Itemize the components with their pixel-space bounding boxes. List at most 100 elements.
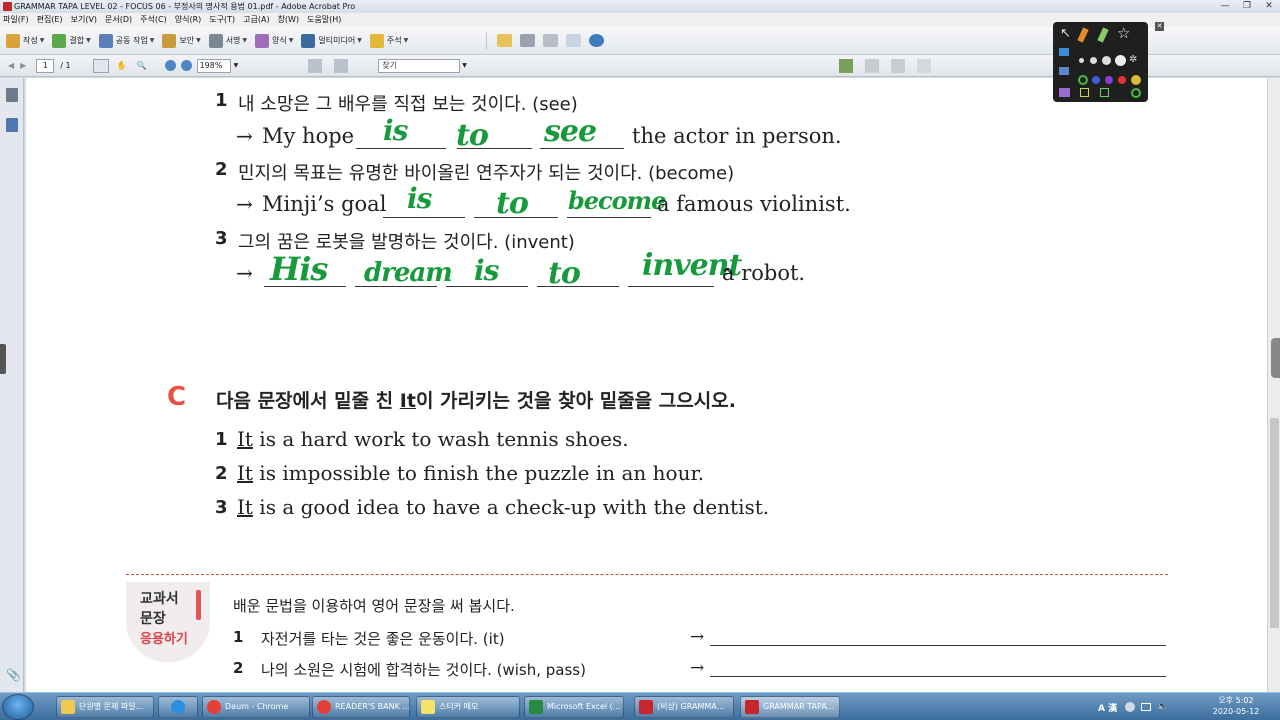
open-icon[interactable]: [497, 34, 513, 47]
marker-tool-icon[interactable]: [1077, 27, 1089, 43]
prev-page-icon[interactable]: ◀: [8, 61, 14, 70]
capture-icon[interactable]: [1059, 67, 1069, 75]
comment-tool-icon[interactable]: [838, 58, 853, 73]
menu-comments[interactable]: 주석(C): [140, 13, 167, 27]
task-explorer[interactable]: 단원별 문제 파일...: [56, 696, 154, 718]
task-sticky-notes[interactable]: 스티커 메모: [416, 696, 520, 718]
b1-answer-3: see: [544, 114, 597, 149]
zoom-dropdown-icon[interactable]: ▼: [234, 62, 239, 69]
create-button[interactable]: 작성 ▼: [6, 33, 44, 48]
attach-tool-icon[interactable]: [916, 58, 931, 73]
task-chrome-readers[interactable]: READER'S BANK ...: [312, 696, 410, 718]
zoom-out-icon[interactable]: [164, 60, 176, 71]
menu-file[interactable]: 파일(F): [3, 13, 29, 27]
pdf-icon: [639, 700, 653, 714]
zoom-tool-icon[interactable]: 🔍: [137, 61, 147, 70]
tb1-answer-line[interactable]: [710, 645, 1166, 646]
email-icon[interactable]: [566, 34, 582, 47]
size-2-icon[interactable]: [1090, 57, 1097, 64]
maximize-button[interactable]: ❐: [1236, 0, 1258, 12]
pages-icon[interactable]: [6, 88, 18, 102]
fit-page-icon[interactable]: [308, 58, 323, 73]
split-view-icon[interactable]: [1080, 88, 1089, 97]
attachment-icon[interactable]: 📎: [6, 668, 21, 682]
size-1-icon[interactable]: [1079, 58, 1084, 63]
menu-document[interactable]: 문서(D): [105, 13, 132, 27]
save-icon[interactable]: [543, 34, 559, 47]
b3-number: 3: [215, 228, 228, 249]
brush-tool-icon[interactable]: [1097, 27, 1109, 43]
menu-tools[interactable]: 도구(T): [209, 13, 235, 27]
find-input[interactable]: 찾기: [378, 58, 461, 73]
size-4-icon[interactable]: [1115, 55, 1126, 66]
color-green-icon[interactable]: [1078, 75, 1088, 85]
bookmarks-icon[interactable]: [6, 118, 18, 132]
tb2-answer-line[interactable]: [710, 676, 1166, 677]
highlight-tool-icon[interactable]: [864, 58, 879, 73]
start-button[interactable]: [2, 694, 34, 720]
pointer-tool-icon[interactable]: ↖: [1060, 26, 1071, 41]
size-3-icon[interactable]: [1102, 56, 1111, 65]
vertical-scrollbar[interactable]: [1267, 78, 1280, 692]
comment-button[interactable]: 주석 ▼: [369, 33, 408, 48]
b3-answer-3: is: [474, 254, 499, 287]
task-acrobat-1[interactable]: (비상) GRAMMA...: [634, 696, 734, 718]
pen-palette-close-icon[interactable]: ✕: [1155, 22, 1164, 31]
menu-edit[interactable]: 편집(E): [37, 13, 63, 27]
zoom-in-icon[interactable]: [180, 60, 192, 71]
task-acrobat-2[interactable]: GRAMMAR TAPA...: [740, 696, 840, 718]
menu-window[interactable]: 창(W): [278, 13, 300, 27]
clock[interactable]: 오후 5:02 2020-05-12: [1206, 695, 1266, 717]
network-icon[interactable]: [1141, 703, 1152, 711]
combine-button[interactable]: 결합 ▼: [52, 33, 91, 48]
c3-it: It: [237, 495, 253, 519]
sign-button[interactable]: 서명 ▼: [208, 33, 247, 48]
scrollbar-thumb[interactable]: [1270, 418, 1279, 628]
task-ie[interactable]: [158, 696, 198, 718]
color-red-icon[interactable]: [1118, 76, 1126, 84]
c2-rest: is impossible to finish the puzzle in an…: [252, 461, 705, 485]
next-page-icon[interactable]: ▶: [20, 61, 26, 70]
eraser-tool-icon[interactable]: [1059, 48, 1069, 56]
secure-button[interactable]: 보안 ▼: [162, 33, 201, 48]
pane-resize-handle[interactable]: [0, 344, 6, 374]
collaborate-button[interactable]: 공동 작업 ▼: [98, 33, 154, 48]
forms-button[interactable]: 양식 ▼: [255, 33, 293, 48]
globe-icon[interactable]: [589, 34, 605, 47]
exclamation-icon: [196, 590, 201, 620]
menu-view[interactable]: 보기(V): [71, 13, 97, 27]
page-number-input[interactable]: 1: [36, 58, 55, 73]
menu-forms[interactable]: 양식(R): [175, 13, 202, 27]
scroll-grip[interactable]: [1271, 338, 1280, 378]
task-excel[interactable]: Microsoft Excel (...: [524, 696, 624, 718]
close-button[interactable]: ✕: [1258, 0, 1280, 12]
tb1-text: 자전거를 타는 것은 좋은 운동이다. (it): [261, 630, 505, 648]
whiteboard-icon[interactable]: [1059, 88, 1070, 97]
select-tool-icon[interactable]: [92, 58, 109, 73]
settings-icon[interactable]: ✲: [1129, 54, 1137, 65]
color-picker-icon[interactable]: [1131, 75, 1141, 85]
task-chrome-daum-label: Daum - Chrome: [225, 702, 289, 711]
task-chrome-daum[interactable]: Daum - Chrome: [202, 696, 310, 718]
taskbar: 단원별 문제 파일... Daum - Chrome READER'S BANK…: [0, 692, 1280, 720]
volume-icon[interactable]: 🔈: [1157, 702, 1168, 712]
square-icon[interactable]: [1100, 88, 1109, 97]
menu-help[interactable]: 도움말(H): [307, 13, 341, 27]
star-icon[interactable]: ☆: [1117, 24, 1130, 42]
multimedia-button[interactable]: 멀티미디어 ▼: [301, 33, 362, 48]
hand-tool-icon[interactable]: ✋: [117, 61, 127, 70]
minimize-button[interactable]: —: [1214, 0, 1236, 12]
section-c-instruction-it: It: [399, 390, 416, 412]
circle-icon[interactable]: [1131, 88, 1141, 98]
zoom-level-input[interactable]: 198%: [196, 58, 231, 73]
color-purple-icon[interactable]: [1105, 76, 1113, 84]
ime-indicator[interactable]: A 漢: [1098, 701, 1117, 714]
stamp-tool-icon[interactable]: [890, 58, 905, 73]
menu-advanced[interactable]: 고급(A): [243, 13, 269, 27]
fit-width-icon[interactable]: [334, 58, 349, 73]
find-dropdown-icon[interactable]: ▼: [462, 62, 467, 69]
task-excel-label: Microsoft Excel (...: [547, 702, 621, 711]
color-blue-icon[interactable]: [1092, 76, 1100, 84]
help-icon[interactable]: [1125, 702, 1136, 712]
print-icon[interactable]: [520, 34, 536, 47]
